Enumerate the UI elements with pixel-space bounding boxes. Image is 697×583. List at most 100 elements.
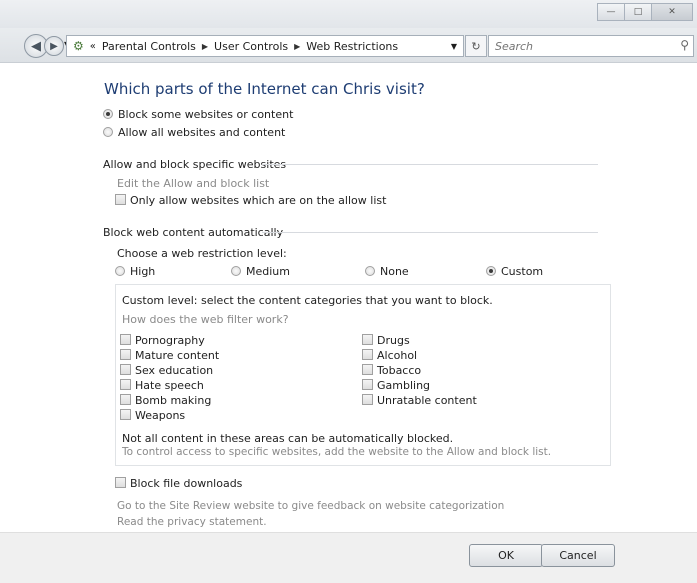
page-title: Which parts of the Internet can Chris vi…	[104, 80, 425, 98]
checkbox-icon	[115, 477, 126, 488]
address-field[interactable]: ⚙ « Parental Controls ▶ User Controls ▶ …	[66, 35, 464, 57]
checkbox-icon	[120, 379, 131, 390]
level-none-label: None	[380, 265, 409, 278]
category-label: Drugs	[377, 334, 410, 347]
checkbox-icon	[120, 334, 131, 345]
forward-arrow-icon: ▶	[50, 40, 58, 52]
category-label: Unratable content	[377, 394, 477, 407]
category-gambling-checkbox[interactable]: Gambling	[362, 379, 430, 392]
block-downloads-checkbox[interactable]: Block file downloads	[115, 477, 242, 490]
category-label: Gambling	[377, 379, 431, 392]
breadcrumb-separator-icon[interactable]: ▶	[294, 42, 300, 51]
checkbox-icon	[120, 409, 131, 420]
overflow-chevron-icon[interactable]: «	[90, 41, 96, 52]
minimize-button[interactable]: —	[597, 3, 625, 21]
search-box[interactable]: ⚲	[488, 35, 694, 57]
category-hate-speech-checkbox[interactable]: Hate speech	[120, 379, 204, 392]
level-none-radio[interactable]: None	[365, 265, 409, 278]
category-unratable-checkbox[interactable]: Unratable content	[362, 394, 477, 407]
checkbox-icon	[362, 394, 373, 405]
block-some-label: Block some websites or content	[118, 108, 294, 121]
address-toolbar: ◀ ▶ ▼ ⚙ « Parental Controls ▶ User Contr…	[0, 28, 697, 63]
category-label: Hate speech	[135, 379, 204, 392]
level-high-radio[interactable]: High	[115, 265, 155, 278]
section-block-auto-title: Block web content automatically	[103, 226, 284, 239]
breadcrumb-separator-icon[interactable]: ▶	[202, 42, 208, 51]
ok-button[interactable]: OK	[469, 544, 543, 567]
search-input[interactable]	[493, 36, 667, 56]
category-label: Tobacco	[377, 364, 422, 377]
edit-list-link[interactable]: Edit the Allow and block list	[117, 177, 269, 190]
minimize-icon: —	[606, 7, 616, 17]
breadcrumb-user-controls[interactable]: User Controls	[214, 40, 288, 53]
forward-button[interactable]: ▶	[44, 36, 64, 56]
back-arrow-icon: ◀	[31, 38, 41, 54]
category-label: Sex education	[135, 364, 214, 377]
section-divider	[262, 232, 598, 233]
category-bomb-making-checkbox[interactable]: Bomb making	[120, 394, 211, 407]
radio-icon	[103, 127, 113, 137]
level-custom-radio[interactable]: Custom	[486, 265, 543, 278]
maximize-icon: □	[633, 7, 643, 17]
checkbox-icon	[362, 364, 373, 375]
category-mature-checkbox[interactable]: Mature content	[120, 349, 219, 362]
category-label: Alcohol	[377, 349, 418, 362]
button-bar: OK Cancel	[0, 532, 697, 583]
maximize-button[interactable]: □	[624, 3, 652, 21]
allow-block-hint: To control access to specific websites, …	[122, 446, 552, 458]
category-label: Mature content	[135, 349, 220, 362]
level-high-label: High	[130, 265, 156, 278]
only-allow-checkbox[interactable]: Only allow websites which are on the all…	[115, 194, 386, 207]
block-some-radio[interactable]: Block some websites or content	[103, 108, 293, 121]
level-custom-label: Custom	[501, 265, 544, 278]
checkbox-icon	[120, 349, 131, 360]
checkbox-icon	[362, 334, 373, 345]
radio-icon	[115, 266, 125, 276]
category-label: Bomb making	[135, 394, 212, 407]
checkbox-icon	[120, 364, 131, 375]
checkbox-icon	[362, 379, 373, 390]
block-downloads-label: Block file downloads	[130, 477, 243, 490]
radio-selected-icon	[103, 109, 113, 119]
section-divider	[262, 164, 598, 165]
address-dropdown-icon[interactable]: ▼	[451, 42, 457, 51]
section-allow-block-title: Allow and block specific websites	[103, 158, 287, 171]
radio-icon	[231, 266, 241, 276]
custom-intro-text: Custom level: select the content categor…	[122, 294, 493, 307]
breadcrumb-web-restrictions[interactable]: Web Restrictions	[306, 40, 398, 53]
level-medium-label: Medium	[246, 265, 290, 278]
search-icon[interactable]: ⚲	[680, 38, 689, 52]
radio-icon	[365, 266, 375, 276]
radio-selected-icon	[486, 266, 496, 276]
title-bar: — □ ✕	[0, 0, 697, 28]
close-button[interactable]: ✕	[651, 3, 693, 21]
only-allow-label: Only allow websites which are on the all…	[130, 194, 387, 207]
window: — □ ✕ ◀ ▶ ▼ ⚙ « Parental Controls ▶ User…	[0, 0, 697, 583]
checkbox-icon	[362, 349, 373, 360]
category-label: Weapons	[135, 409, 186, 422]
category-tobacco-checkbox[interactable]: Tobacco	[362, 364, 421, 377]
window-controls: — □ ✕	[597, 3, 693, 21]
category-pornography-checkbox[interactable]: Pornography	[120, 334, 205, 347]
checkbox-icon	[115, 194, 126, 205]
checkbox-icon	[120, 394, 131, 405]
close-icon: ✕	[668, 7, 676, 17]
level-medium-radio[interactable]: Medium	[231, 265, 290, 278]
refresh-button[interactable]: ↻	[465, 35, 487, 57]
allow-all-radio[interactable]: Allow all websites and content	[103, 126, 285, 139]
breadcrumb-parental-controls[interactable]: Parental Controls	[102, 40, 196, 53]
cancel-button[interactable]: Cancel	[541, 544, 615, 567]
web-filter-help-link[interactable]: How does the web filter work?	[122, 313, 289, 326]
choose-level-label: Choose a web restriction level:	[117, 247, 287, 260]
category-alcohol-checkbox[interactable]: Alcohol	[362, 349, 417, 362]
control-panel-icon: ⚙	[73, 39, 84, 53]
category-drugs-checkbox[interactable]: Drugs	[362, 334, 410, 347]
site-review-link[interactable]: Go to the Site Review website to give fe…	[117, 500, 504, 512]
refresh-icon: ↻	[471, 39, 481, 53]
category-sex-education-checkbox[interactable]: Sex education	[120, 364, 213, 377]
category-weapons-checkbox[interactable]: Weapons	[120, 409, 185, 422]
blocking-note: Not all content in these areas can be au…	[122, 432, 454, 445]
allow-all-label: Allow all websites and content	[118, 126, 286, 139]
privacy-statement-link[interactable]: Read the privacy statement.	[117, 516, 267, 528]
category-label: Pornography	[135, 334, 205, 347]
